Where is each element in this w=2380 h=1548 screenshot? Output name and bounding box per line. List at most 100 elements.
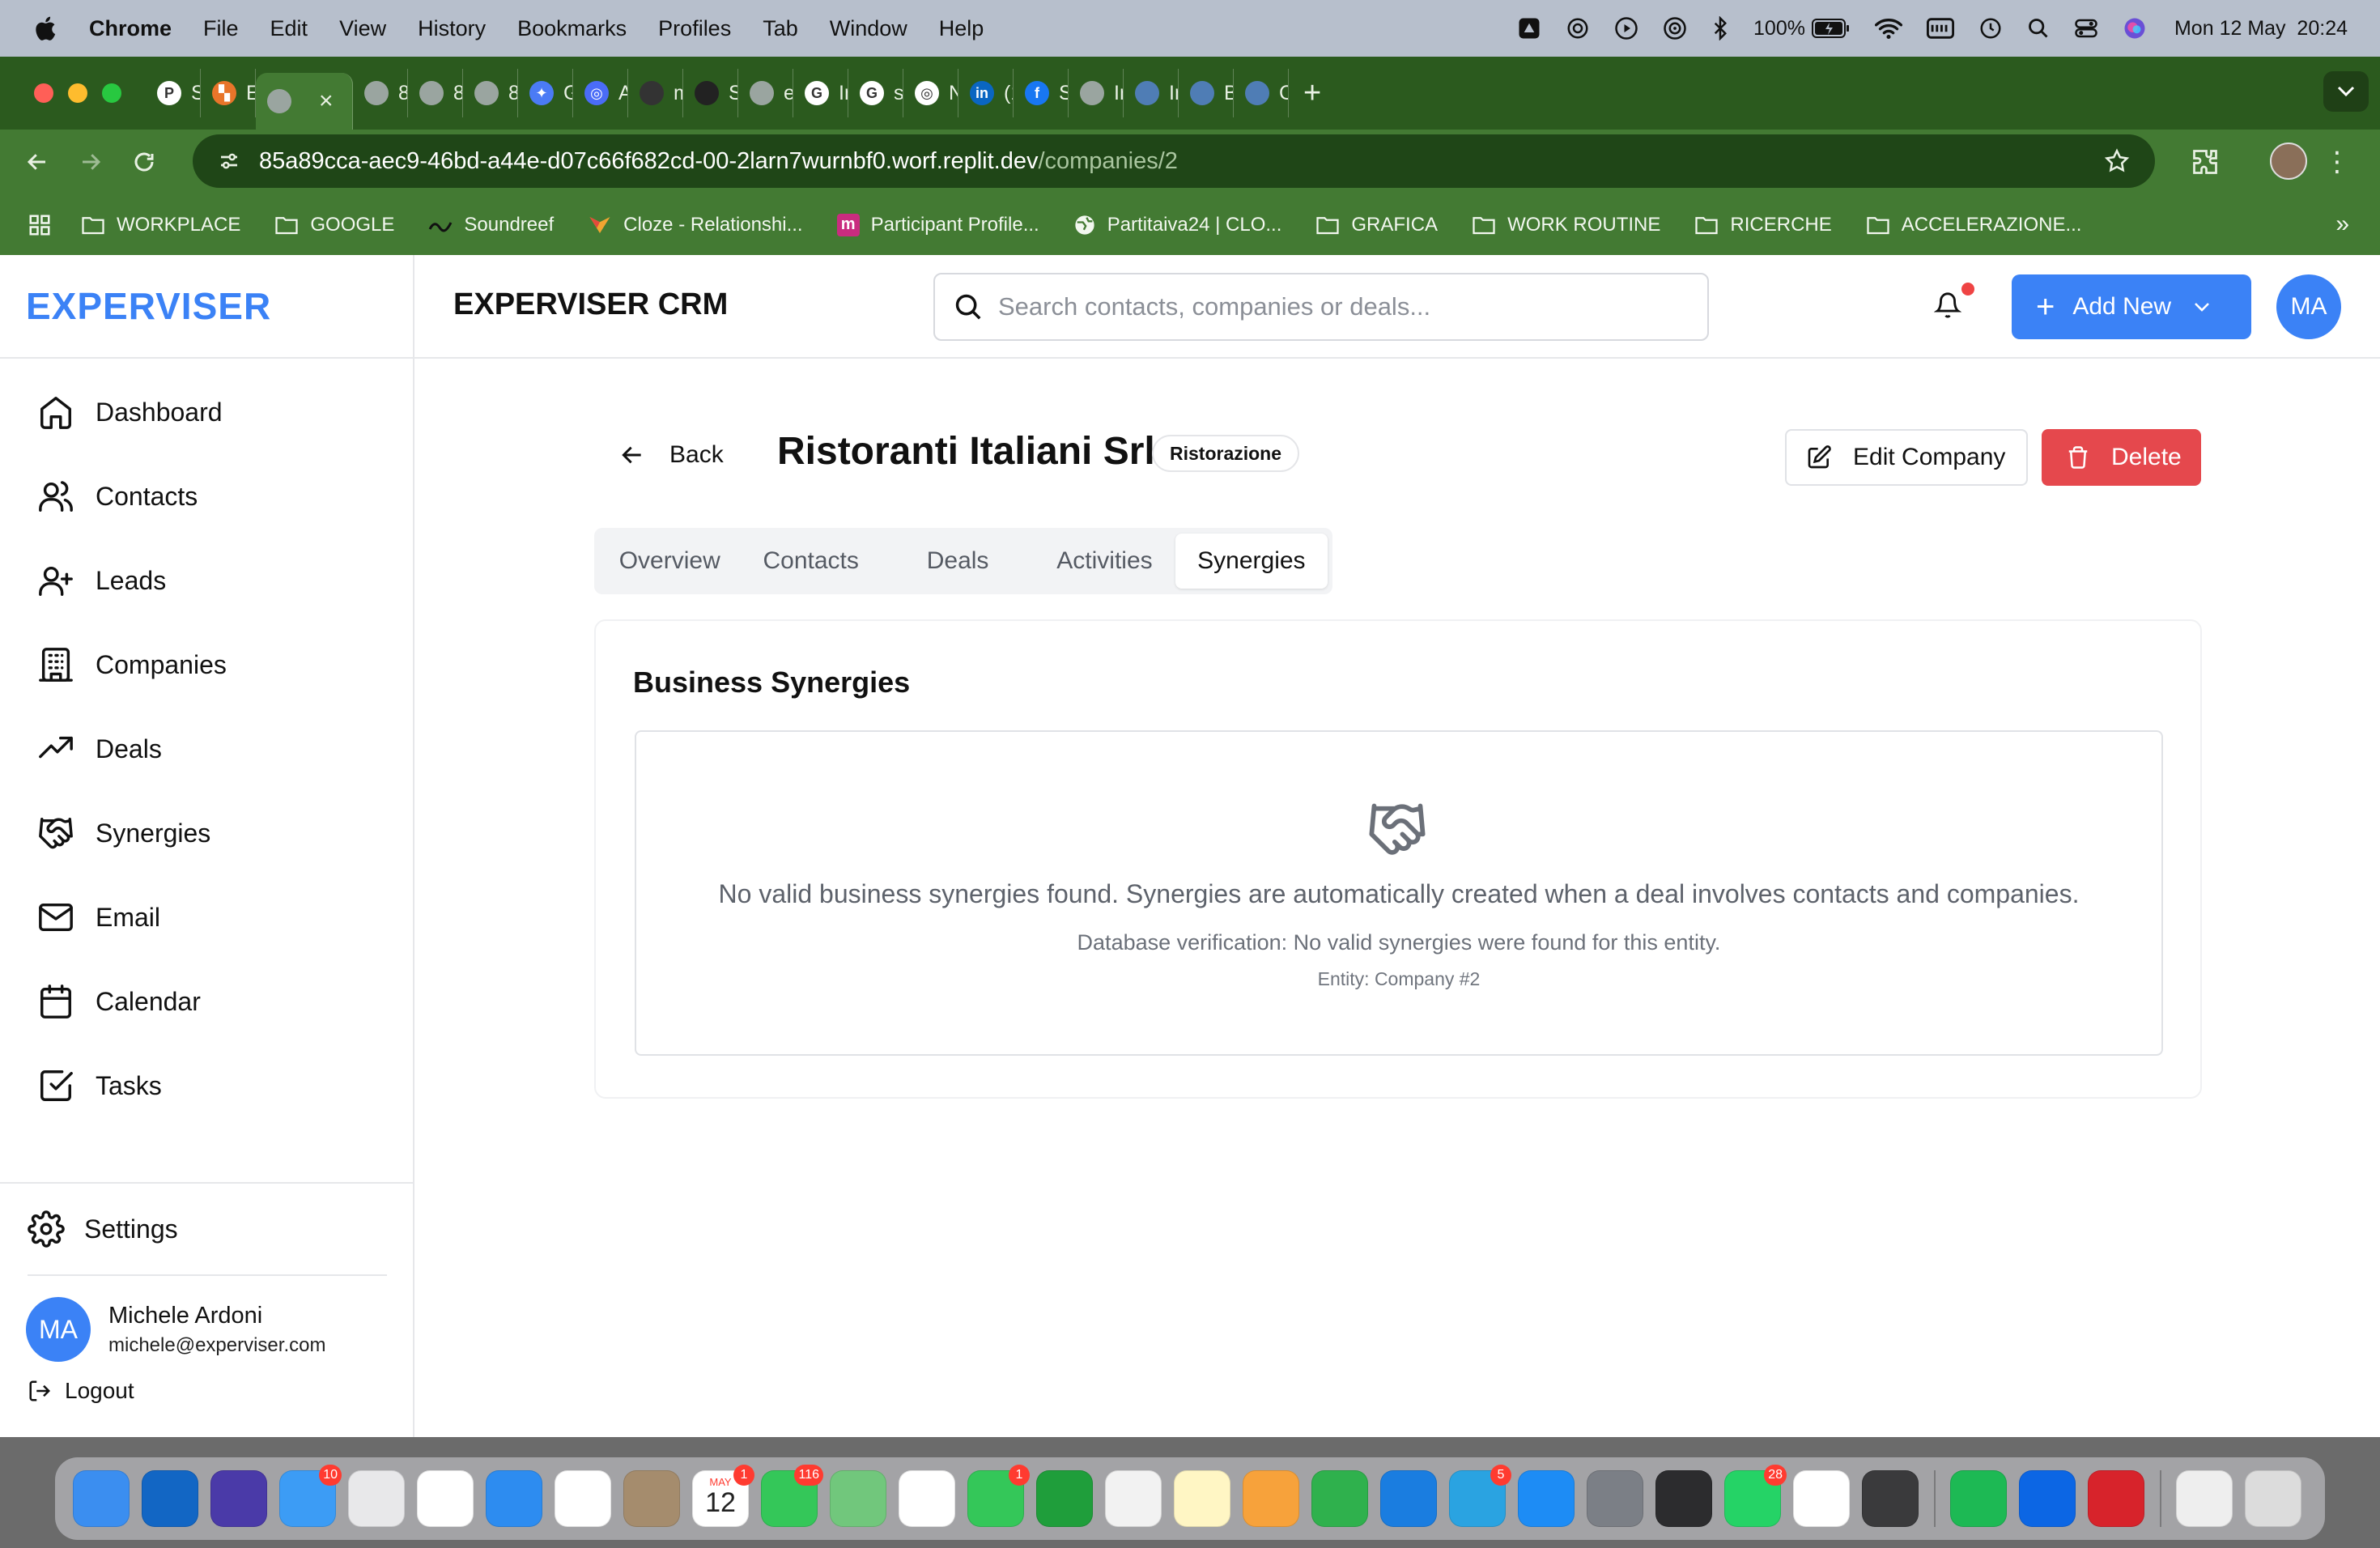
dock-app-trash[interactable] [2245,1470,2301,1527]
browser-tab[interactable]: Inv [1124,69,1179,117]
dock-app-phone[interactable] [1655,1470,1712,1527]
menu-tab[interactable]: Tab [763,16,798,41]
forward-arrow-icon[interactable] [74,146,107,178]
zoom-window-button[interactable] [102,83,121,103]
keyboard-icon[interactable] [1926,18,1954,39]
edit-company-button[interactable]: Edit Company [1785,429,2028,486]
bookmark-item[interactable]: GRAFICA [1315,214,1438,236]
menu-file[interactable]: File [203,16,239,41]
menu-edit[interactable]: Edit [270,16,308,41]
browser-tab[interactable]: G Im [793,69,848,117]
openai-icon[interactable] [1566,16,1590,40]
bookmark-item[interactable]: Partitaiva24 | CLO... [1073,214,1281,236]
dock-app-maps[interactable] [830,1470,886,1527]
search-input[interactable] [998,292,1662,321]
dock-app-messenger[interactable] [1036,1470,1093,1527]
bookmark-star-icon[interactable] [2103,147,2131,175]
sidebar-item-leads[interactable]: Leads [0,538,413,623]
profile-avatar[interactable] [2270,142,2307,180]
browser-tab[interactable]: ✦ Ge [518,69,573,117]
tab-synergies[interactable]: Synergies [1175,534,1328,589]
browser-tab[interactable]: × [256,73,353,130]
add-new-button[interactable]: + Add New [2012,274,2251,339]
bookmark-item[interactable]: ACCELERAZIONE... [1866,214,2081,236]
dock-app-spotify[interactable] [1950,1470,2007,1527]
chevron-double-right-icon[interactable]: » [2335,211,2349,238]
apps-grid-icon[interactable] [28,213,52,237]
site-settings-icon[interactable] [217,149,241,173]
bookmark-item[interactable]: WORK ROUTINE [1472,214,1660,236]
siri-icon[interactable] [2123,16,2147,40]
dock-app-safari[interactable] [486,1470,542,1527]
menu-bookmarks[interactable]: Bookmarks [517,16,627,41]
sidebar-item-dashboard[interactable]: Dashboard [0,370,413,454]
dock-app-outlook[interactable] [142,1470,198,1527]
menu-profiles[interactable]: Profiles [658,16,731,41]
kebab-menu-icon[interactable]: ⋮ [2323,146,2351,178]
menu-help[interactable]: Help [939,16,984,41]
tab-deals[interactable]: Deals [882,534,1034,589]
sidebar-item-settings[interactable]: Settings [0,1184,414,1274]
browser-tab[interactable]: ◎ Ne [903,69,958,117]
sidebar-item-synergies[interactable]: Synergies [0,791,413,875]
address-bar[interactable]: 85a89cca-aec9-46bd-a44e-d07c66f682cd-00-… [193,134,2155,188]
back-arrow-icon[interactable] [21,146,53,178]
date-time[interactable]: Mon 12 May 20:24 [2174,17,2348,40]
browser-tab[interactable]: Sy [683,69,738,117]
close-tab-icon[interactable]: × [319,87,334,115]
browser-tab[interactable]: Co [1234,69,1289,117]
dock-app-calendar[interactable]: MAY 12 1 [692,1465,754,1527]
play-icon[interactable] [1614,16,1638,40]
sidebar-item-contacts[interactable]: Contacts [0,454,413,538]
notifications-button[interactable] [1934,283,1974,320]
spotlight-icon[interactable] [2027,17,2050,40]
apple-icon[interactable] [32,15,57,42]
reload-icon[interactable] [128,146,160,178]
browser-tab[interactable]: mic [628,69,683,117]
minimize-window-button[interactable] [68,83,87,103]
dock-app-chrome[interactable] [417,1470,474,1527]
menu-history[interactable]: History [418,16,486,41]
back-button[interactable]: Back [619,441,724,469]
dock-app-acrobat[interactable] [2088,1470,2144,1527]
dock-app-pages[interactable] [1243,1470,1299,1527]
time-machine-icon[interactable] [1978,16,2003,40]
sidebar-item-email[interactable]: Email [0,875,413,959]
dock-app-photos[interactable] [899,1470,955,1527]
menu-window[interactable]: Window [830,16,907,41]
menu-app-name[interactable]: Chrome [89,16,172,41]
logout-button[interactable]: Logout [0,1362,414,1404]
sidebar-item-tasks[interactable]: Tasks [0,1044,413,1128]
battery-icon[interactable] [1811,18,1851,39]
dock-app-opera[interactable] [555,1470,611,1527]
extensions-icon[interactable] [2191,147,2220,176]
tab-activities[interactable]: Activities [1034,534,1175,589]
tab-overview[interactable]: Overview [599,534,740,589]
close-window-button[interactable] [34,83,53,103]
browser-tab[interactable]: 85 [408,69,463,117]
dock-app-trello[interactable] [2019,1470,2076,1527]
bookmark-item[interactable]: WORKPLACE [81,214,240,236]
brand-logo[interactable]: EXPERVISER [0,255,413,359]
browser-tab[interactable]: P Syl [146,69,201,117]
dock-app-facetime[interactable]: 1 [967,1465,1030,1527]
sidebar-item-companies[interactable]: Companies [0,623,413,707]
dock-app-keynote[interactable] [1380,1470,1437,1527]
dock-app-whatsapp[interactable]: 28 [1724,1465,1787,1527]
airdrop-icon[interactable] [1663,16,1687,40]
dock-app-evernote[interactable] [1105,1470,1162,1527]
menu-view[interactable]: View [339,16,386,41]
browser-tab[interactable]: f Sta [1014,69,1069,117]
bookmark-item[interactable]: GOOGLE [274,214,394,236]
dock-app-downloads[interactable] [2176,1470,2233,1527]
wifi-icon[interactable] [1874,17,1902,40]
dock-app-launchpad[interactable] [348,1470,405,1527]
browser-tab[interactable]: Inv [1069,69,1124,117]
browser-tab[interactable]: in (1) [958,69,1014,117]
dock-app-siri[interactable] [210,1470,267,1527]
sidebar-item-deals[interactable]: Deals [0,707,413,791]
browser-tab[interactable]: 85 [463,69,518,117]
dock-app-notes[interactable] [1174,1470,1230,1527]
bookmark-item[interactable]: Cloze - Relationshi... [588,213,803,237]
control-center-icon[interactable] [2074,16,2098,40]
